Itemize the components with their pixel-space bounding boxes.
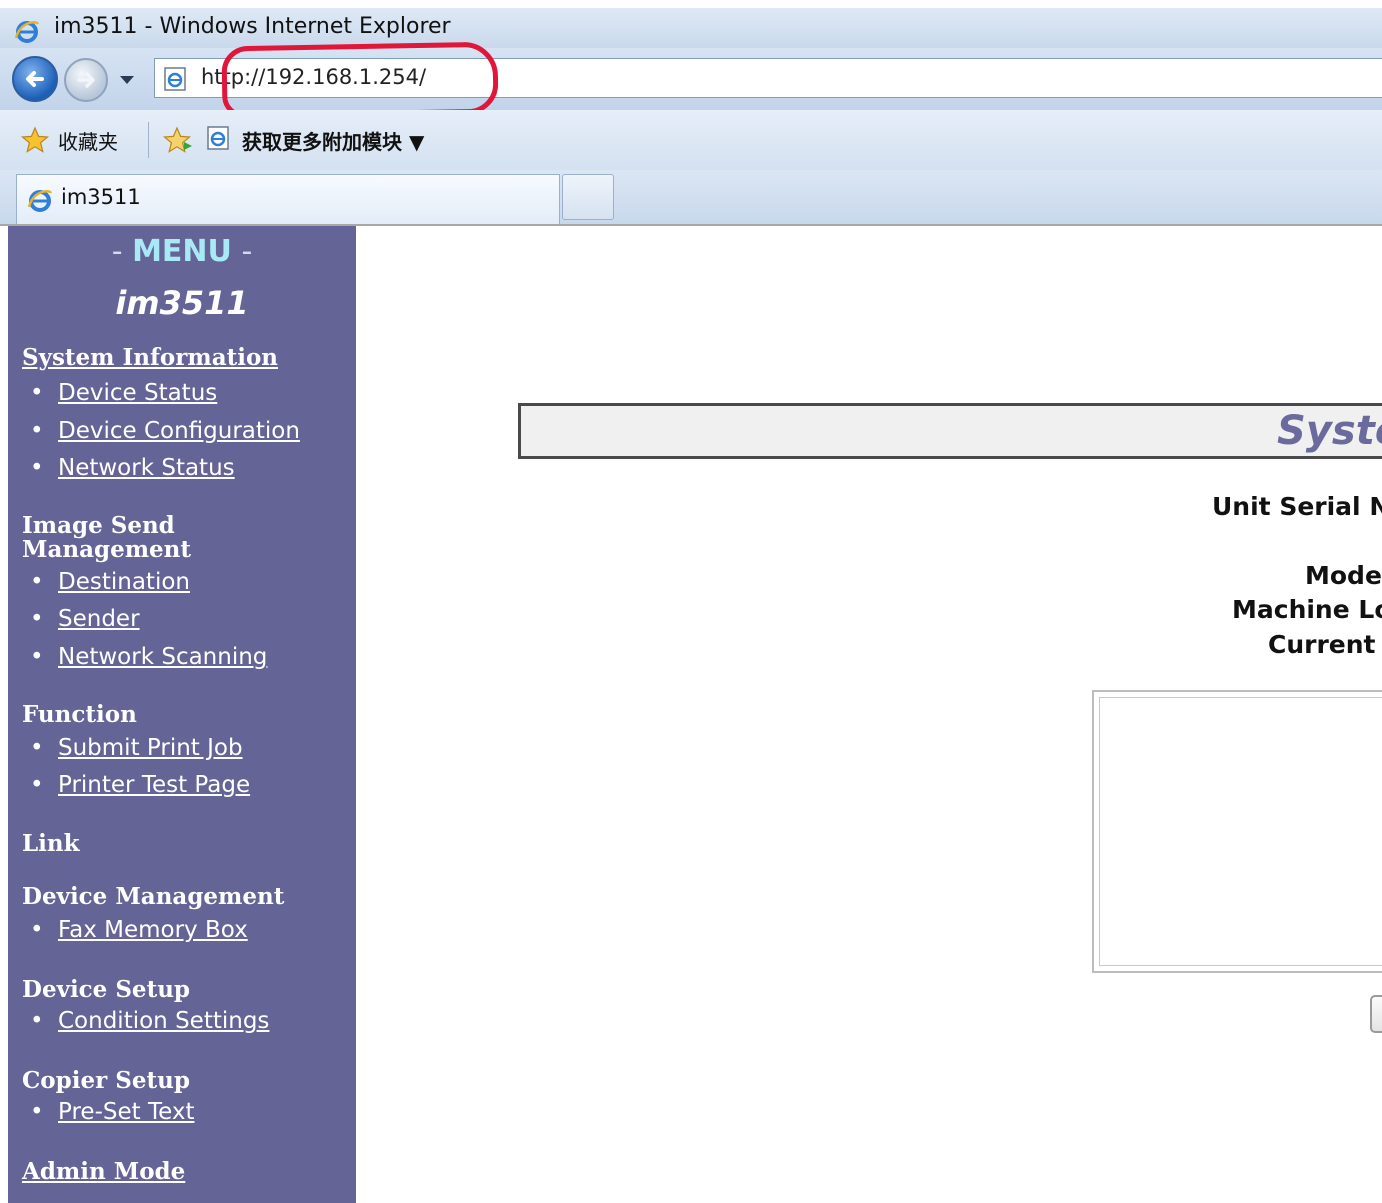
back-arrow-icon xyxy=(26,71,44,87)
status-message-box xyxy=(1092,690,1382,973)
section-system-information[interactable]: System Information xyxy=(22,346,342,370)
sidebar-menu: - MENU - im3511 System Information • Devi… xyxy=(8,226,356,1203)
toolbar-divider xyxy=(148,122,149,158)
menu-item-device-configuration[interactable]: • Device Configuration xyxy=(30,418,300,444)
unit-serial-number-label: Unit Serial N xyxy=(1212,492,1382,521)
menu-item-submit-print-job[interactable]: • Submit Print Job xyxy=(30,735,243,761)
section-device-setup: Device Setup xyxy=(22,976,190,1003)
page-icon xyxy=(206,126,232,154)
current-status-label: Current xyxy=(1268,630,1376,659)
forward-arrow-icon xyxy=(77,72,95,88)
section-admin-mode[interactable]: Admin Mode xyxy=(22,1160,342,1184)
menu-item-network-status[interactable]: • Network Status xyxy=(30,455,235,481)
menu-item-network-scanning[interactable]: • Network Scanning xyxy=(30,644,267,670)
section-copier-setup: Copier Setup xyxy=(22,1067,190,1094)
device-name: im3511 xyxy=(115,284,249,322)
tab-im3511[interactable]: im3511 xyxy=(16,174,560,224)
internet-explorer-icon xyxy=(14,18,40,48)
menu-item-sender[interactable]: • Sender xyxy=(30,606,140,632)
add-to-favorites-icon[interactable] xyxy=(162,126,194,158)
favorites-star-icon[interactable] xyxy=(20,126,50,158)
section-function: Function xyxy=(22,701,137,728)
section-image-send-management: Image Send Management xyxy=(22,512,192,563)
machine-location-label: Machine Lo xyxy=(1232,595,1382,624)
menu-item-fax-memory-box[interactable]: • Fax Memory Box xyxy=(30,917,248,943)
window-title: im3511 - Windows Internet Explorer xyxy=(54,14,451,39)
menu-item-condition-settings[interactable]: • Condition Settings xyxy=(30,1008,269,1034)
window-title-bar: im3511 - Windows Internet Explorer xyxy=(0,0,1382,48)
section-device-management: Device Management xyxy=(22,883,285,910)
tab-strip: im3511 xyxy=(0,170,1382,226)
new-tab-button[interactable] xyxy=(562,174,614,220)
menu-item-destination[interactable]: • Destination xyxy=(30,569,190,595)
tab-title: im3511 xyxy=(61,185,141,209)
refresh-button[interactable] xyxy=(1370,995,1382,1033)
favorites-bar: 收藏夹 获取更多附加模块 ▼ xyxy=(0,110,1382,170)
get-addons-link[interactable]: 获取更多附加模块 ▼ xyxy=(242,126,424,155)
favorites-label[interactable]: 收藏夹 xyxy=(58,126,118,155)
page-title: Syste xyxy=(1277,408,1382,454)
menu-item-device-status[interactable]: • Device Status xyxy=(30,380,217,406)
menu-item-printer-test-page[interactable]: • Printer Test Page xyxy=(30,772,250,798)
forward-button[interactable] xyxy=(64,58,108,102)
red-annotation-circle xyxy=(221,41,499,119)
recent-pages-dropdown-icon[interactable] xyxy=(118,72,136,91)
menu-item-pre-set-text[interactable]: • Pre-Set Text xyxy=(30,1099,194,1125)
internet-explorer-icon xyxy=(27,187,53,217)
navigation-bar: http://192.168.1.254/ xyxy=(0,48,1382,110)
menu-heading: - MENU - xyxy=(111,234,253,269)
model-label: Model xyxy=(1305,561,1382,590)
section-link: Link xyxy=(22,830,80,857)
page-icon xyxy=(163,67,189,95)
status-message-box-inner xyxy=(1099,697,1382,966)
page-title-bar: Syste xyxy=(518,403,1382,459)
back-button[interactable] xyxy=(12,56,58,102)
